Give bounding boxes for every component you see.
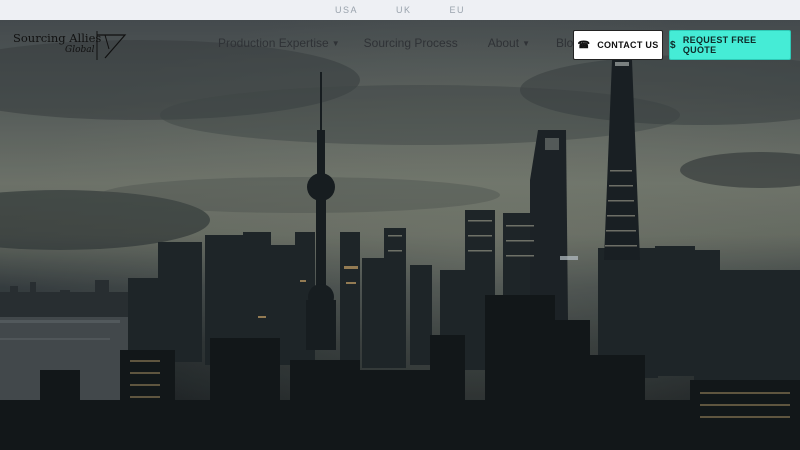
nav-item-label: About xyxy=(487,36,520,50)
region-eu-link[interactable]: EU xyxy=(450,5,466,15)
phone-icon: ☎ xyxy=(577,39,591,51)
dollar-icon: $ xyxy=(670,39,676,51)
logo-tagline: Global xyxy=(65,45,95,55)
hero-background-image xyxy=(0,20,800,450)
region-usa-link[interactable]: USA xyxy=(335,5,358,15)
logo-name: Sourcing Allies xyxy=(13,31,102,45)
nav-item-label: Sourcing Process xyxy=(363,36,458,50)
logo-mark-icon xyxy=(96,31,127,60)
contact-us-label: CONTACT US xyxy=(597,40,659,50)
chevron-down-icon: ▼ xyxy=(522,38,530,48)
region-uk-link[interactable]: UK xyxy=(396,5,412,15)
chevron-down-icon: ▼ xyxy=(331,38,340,48)
city-skyline xyxy=(0,20,800,450)
nav-item-production-expertise[interactable]: Production Expertise ▼ xyxy=(218,36,340,50)
nav-item-label: Production Expertise xyxy=(218,36,329,50)
nav-item-sourcing-process[interactable]: Sourcing Process xyxy=(364,36,458,50)
request-quote-label: REQUEST FREE QUOTE xyxy=(682,35,757,55)
region-bar: USA UK EU xyxy=(0,0,800,20)
logo[interactable]: Sourcing Allies Global xyxy=(13,28,128,62)
request-free-quote-button[interactable]: $ REQUEST FREE QUOTE xyxy=(669,30,791,60)
nav-menu: Production Expertise ▼ Sourcing Process … xyxy=(218,36,580,50)
contact-us-button[interactable]: ☎ CONTACT US xyxy=(573,30,663,60)
main-navigation: Sourcing Allies Global Production Expert… xyxy=(0,20,800,72)
nav-item-about[interactable]: About ▼ xyxy=(488,36,530,50)
